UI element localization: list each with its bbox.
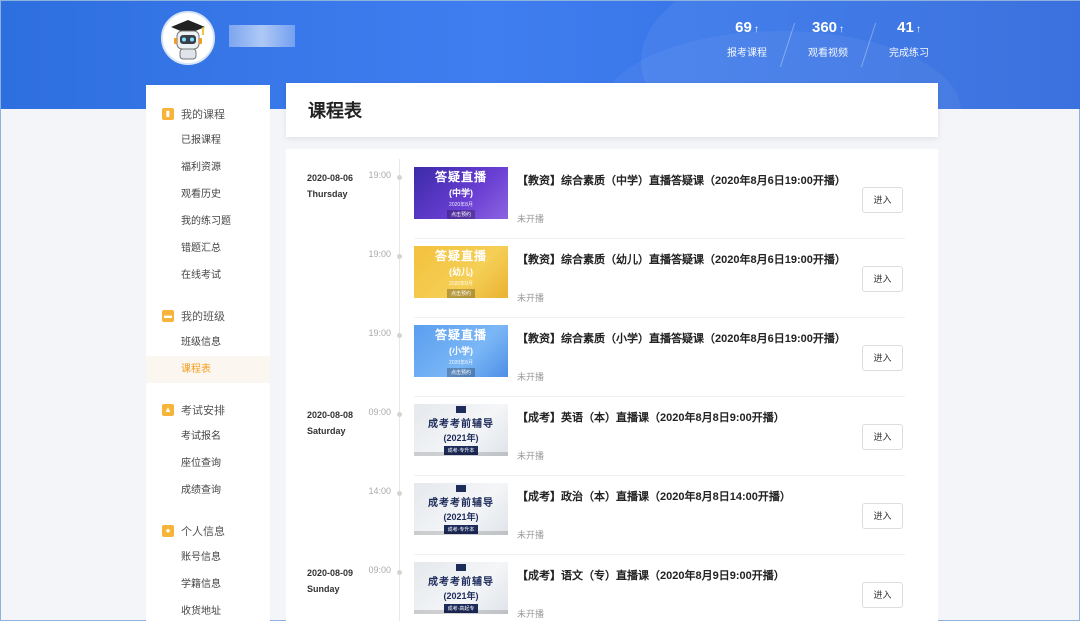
sidebar-item-welfare-resources[interactable]: 福利资源 (146, 154, 270, 181)
course-thumbnail[interactable]: 答疑直播 (幼儿) 2020年8月 点击预约 (414, 246, 508, 298)
course-status: 未开播 (517, 609, 545, 619)
schedule-time: 19:00 (368, 249, 391, 259)
stat-exercises[interactable]: 41 ↑ 完成练习 (869, 19, 949, 71)
avatar[interactable] (161, 11, 215, 65)
schedule-row: 14:00 成考考前辅导 (2021年) 成考·专升本 【成考】政治（本）直播课（2… (286, 476, 938, 555)
enter-button[interactable]: 进入 (862, 345, 903, 371)
sidebar-group-exam-arrangement: ▲ 考试安排 (146, 396, 270, 423)
sidebar-group-title: 个人信息 (181, 525, 225, 538)
main-content: 课程表 2020-08-06 Thursday 19:00 答疑直播 (中学) 202… (286, 83, 938, 621)
timeline-dot (397, 333, 402, 338)
brand-logo-icon (456, 484, 466, 492)
class-icon: ▬ (162, 309, 174, 322)
sidebar-item-student-status[interactable]: 学籍信息 (146, 571, 270, 598)
enter-button[interactable]: 进入 (862, 266, 903, 292)
course-status: 未开播 (517, 530, 545, 540)
sidebar-item-class-info[interactable]: 班级信息 (146, 329, 270, 356)
sidebar-item-online-exam[interactable]: 在线考试 (146, 262, 270, 289)
course-title[interactable]: 【教资】综合素质（中学）直播答疑课（2020年8月6日19:00开播） (517, 172, 846, 188)
sidebar-group-personal-info: ● 个人信息 (146, 517, 270, 544)
enter-button[interactable]: 进入 (862, 187, 903, 213)
course-status: 未开播 (517, 451, 545, 461)
sidebar-item-score-lookup[interactable]: 成绩查询 (146, 477, 270, 504)
sidebar-item-enrolled-courses[interactable]: 已报课程 (146, 127, 270, 154)
arrow-up-icon: ↑ (753, 24, 759, 35)
schedule-date: 2020-08-08 Saturday (307, 410, 354, 436)
sidebar-item-exam-registration[interactable]: 考试报名 (146, 423, 270, 450)
course-status: 未开播 (517, 214, 545, 224)
course-status: 未开播 (517, 372, 545, 382)
brand-logo-icon (456, 563, 466, 571)
stat-videos[interactable]: 360 ↑ 观看视频 (788, 19, 868, 71)
username-blurred (229, 25, 295, 47)
sidebar-group-title: 考试安排 (181, 404, 225, 417)
enter-button[interactable]: 进入 (862, 424, 903, 450)
arrow-up-icon: ↑ (915, 24, 921, 35)
book-icon: ▮ (162, 107, 174, 120)
sidebar-item-my-exercises[interactable]: 我的练习题 (146, 208, 270, 235)
stat-value: 360 (811, 19, 838, 36)
schedule-row: 2020-08-06 Thursday 19:00 答疑直播 (中学) 2020年8月… (286, 160, 938, 239)
stat-label: 观看视频 (808, 48, 848, 59)
schedule-date: 2020-08-06 Thursday (307, 173, 354, 199)
stats-bar: 69 ↑ 报考课程 360 ↑ 观看视频 41 ↑ 完成练习 (707, 19, 949, 71)
enter-button[interactable]: 进入 (862, 503, 903, 529)
sidebar-item-wrong-questions[interactable]: 错题汇总 (146, 235, 270, 262)
stat-value: 69 (735, 19, 752, 36)
schedule-row: 19:00 答疑直播 (小学) 2020年8月 点击预约 【教资】综合素质（小学）直播… (286, 318, 938, 397)
page-header: 课程表 (286, 83, 938, 137)
sidebar-group-title: 我的课程 (181, 108, 225, 121)
schedule-time: 19:00 (368, 328, 391, 338)
course-title[interactable]: 【成考】语文（专）直播课（2020年8月9日9:00开播） (517, 567, 785, 583)
stat-value: 41 (897, 19, 914, 36)
schedule-time: 09:00 (368, 407, 391, 417)
arrow-up-icon: ↑ (839, 24, 845, 35)
course-title[interactable]: 【成考】英语（本）直播课（2020年8月8日9:00开播） (517, 409, 785, 425)
robot-avatar-icon (171, 20, 205, 60)
sidebar-group-my-courses: ▮ 我的课程 (146, 100, 270, 127)
course-status: 未开播 (517, 293, 545, 303)
course-thumbnail[interactable]: 答疑直播 (小学) 2020年8月 点击预约 (414, 325, 508, 377)
course-title[interactable]: 【教资】综合素质（幼儿）直播答疑课（2020年8月6日19:00开播） (517, 251, 846, 267)
stat-label: 报考课程 (727, 48, 767, 59)
timeline-dot (397, 570, 402, 575)
schedule-row: 2020-08-08 Saturday 09:00 成考考前辅导 (2021年) 成考… (286, 397, 938, 476)
course-thumbnail[interactable]: 成考考前辅导 (2021年) 成考·高起专 (414, 562, 508, 614)
course-thumbnail[interactable]: 成考考前辅导 (2021年) 成考·专升本 (414, 404, 508, 456)
sidebar-item-account-info[interactable]: 账号信息 (146, 544, 270, 571)
page-title: 课程表 (308, 101, 362, 121)
course-thumbnail[interactable]: 答疑直播 (中学) 2020年8月 点击预约 (414, 167, 508, 219)
stat-label: 完成练习 (889, 48, 929, 59)
timeline-dot (397, 175, 402, 180)
schedule-date: 2020-08-09 Sunday (307, 568, 354, 594)
sidebar-group-my-class: ▬ 我的班级 (146, 302, 270, 329)
stat-courses[interactable]: 69 ↑ 报考课程 (707, 19, 787, 71)
timeline-dot (397, 491, 402, 496)
enter-button[interactable]: 进入 (862, 582, 903, 608)
schedule-time: 19:00 (368, 170, 391, 180)
user-icon: ● (162, 524, 174, 537)
sidebar-item-seat-lookup[interactable]: 座位查询 (146, 450, 270, 477)
sidebar-group-title: 我的班级 (181, 310, 225, 323)
exam-icon: ▲ (162, 403, 174, 416)
brand-logo-icon (456, 405, 466, 413)
course-title[interactable]: 【教资】综合素质（小学）直播答疑课（2020年8月6日19:00开播） (517, 330, 846, 346)
sidebar-item-watch-history[interactable]: 观看历史 (146, 181, 270, 208)
timeline-dot (397, 412, 402, 417)
sidebar-item-shipping-address[interactable]: 收货地址 (146, 598, 270, 621)
course-thumbnail[interactable]: 成考考前辅导 (2021年) 成考·专升本 (414, 483, 508, 535)
schedule-time: 09:00 (368, 565, 391, 575)
sidebar: ▮ 我的课程 已报课程 福利资源 观看历史 我的练习题 错题汇总 在线考试 ▬ … (146, 85, 270, 621)
course-title[interactable]: 【成考】政治（本）直播课（2020年8月8日14:00开播） (517, 488, 791, 504)
schedule-list: 2020-08-06 Thursday 19:00 答疑直播 (中学) 2020年8月… (286, 149, 938, 621)
sidebar-item-schedule[interactable]: 课程表 (146, 356, 270, 383)
schedule-row: 2020-08-09 Sunday 09:00 成考考前辅导 (2021年) 成考·高… (286, 555, 938, 621)
timeline-dot (397, 254, 402, 259)
schedule-time: 14:00 (368, 486, 391, 496)
schedule-row: 19:00 答疑直播 (幼儿) 2020年8月 点击预约 【教资】综合素质（幼儿）直播… (286, 239, 938, 318)
